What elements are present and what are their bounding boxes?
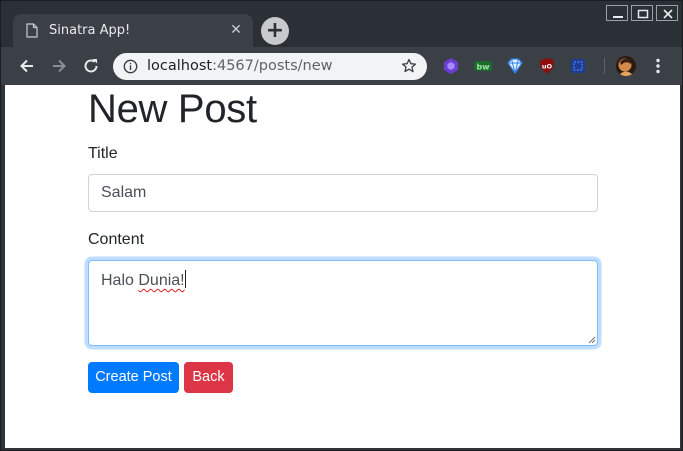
svg-text:bw: bw — [476, 63, 490, 72]
avatar[interactable] — [616, 56, 636, 76]
maximize-button[interactable] — [631, 5, 653, 21]
minimize-icon — [613, 16, 623, 18]
tab-strip: Sinatra App! ✕ + — [1, 1, 682, 48]
maximize-icon — [637, 9, 649, 19]
address-bar[interactable]: localhost:4567/posts/new — [113, 53, 427, 80]
content-word-2-misspelled: Dunia! — [138, 272, 185, 289]
tab-sinatra-app[interactable]: Sinatra App! ✕ — [13, 14, 253, 48]
hexagon-extension-icon[interactable] — [442, 57, 460, 75]
browser-toolbar: localhost:4567/posts/new bw uO — [1, 47, 682, 85]
url-text: localhost:4567/posts/new — [147, 58, 333, 74]
bookmark-star-icon[interactable] — [401, 58, 417, 74]
reload-icon[interactable] — [81, 56, 101, 76]
tab-title: Sinatra App! — [49, 23, 131, 38]
minimize-button[interactable] — [606, 5, 628, 21]
url-path: :4567/posts/new — [212, 58, 333, 74]
url-host: localhost — [147, 58, 213, 74]
toolbar-separator — [604, 58, 605, 74]
square-extension-icon[interactable] — [569, 57, 587, 75]
close-icon[interactable]: ✕ — [228, 22, 244, 38]
window-close-icon — [663, 9, 673, 19]
gem-extension-icon[interactable] — [506, 57, 524, 75]
title-input[interactable]: Salam — [88, 174, 598, 212]
page-title: New Post — [88, 87, 257, 131]
content-textarea[interactable]: Halo Dunia! — [88, 260, 598, 346]
resize-grip-icon[interactable] — [587, 335, 596, 344]
create-post-button[interactable]: Create Post — [88, 362, 179, 393]
browser-window: Sinatra App! ✕ + localhost:4567/posts/ne… — [0, 0, 683, 451]
text-caret — [184, 270, 186, 288]
back-arrow-icon[interactable] — [17, 56, 37, 76]
svg-text:uO: uO — [542, 63, 553, 71]
document-icon — [26, 23, 38, 38]
ublock-extension-icon[interactable]: uO — [538, 57, 556, 75]
content-label: Content — [88, 231, 145, 248]
new-tab-button[interactable]: + — [261, 17, 289, 45]
bw-extension-icon[interactable]: bw — [474, 57, 492, 75]
back-button[interactable]: Back — [184, 362, 233, 393]
forward-arrow-icon[interactable] — [49, 56, 69, 76]
window-close-button[interactable] — [656, 5, 678, 21]
title-label: Title — [88, 145, 118, 162]
kebab-menu-icon[interactable] — [651, 57, 665, 75]
content-word-1: Halo — [101, 272, 134, 289]
info-icon[interactable] — [123, 59, 138, 74]
page-viewport: New Post Title Salam Content Halo Dunia!… — [5, 85, 680, 448]
